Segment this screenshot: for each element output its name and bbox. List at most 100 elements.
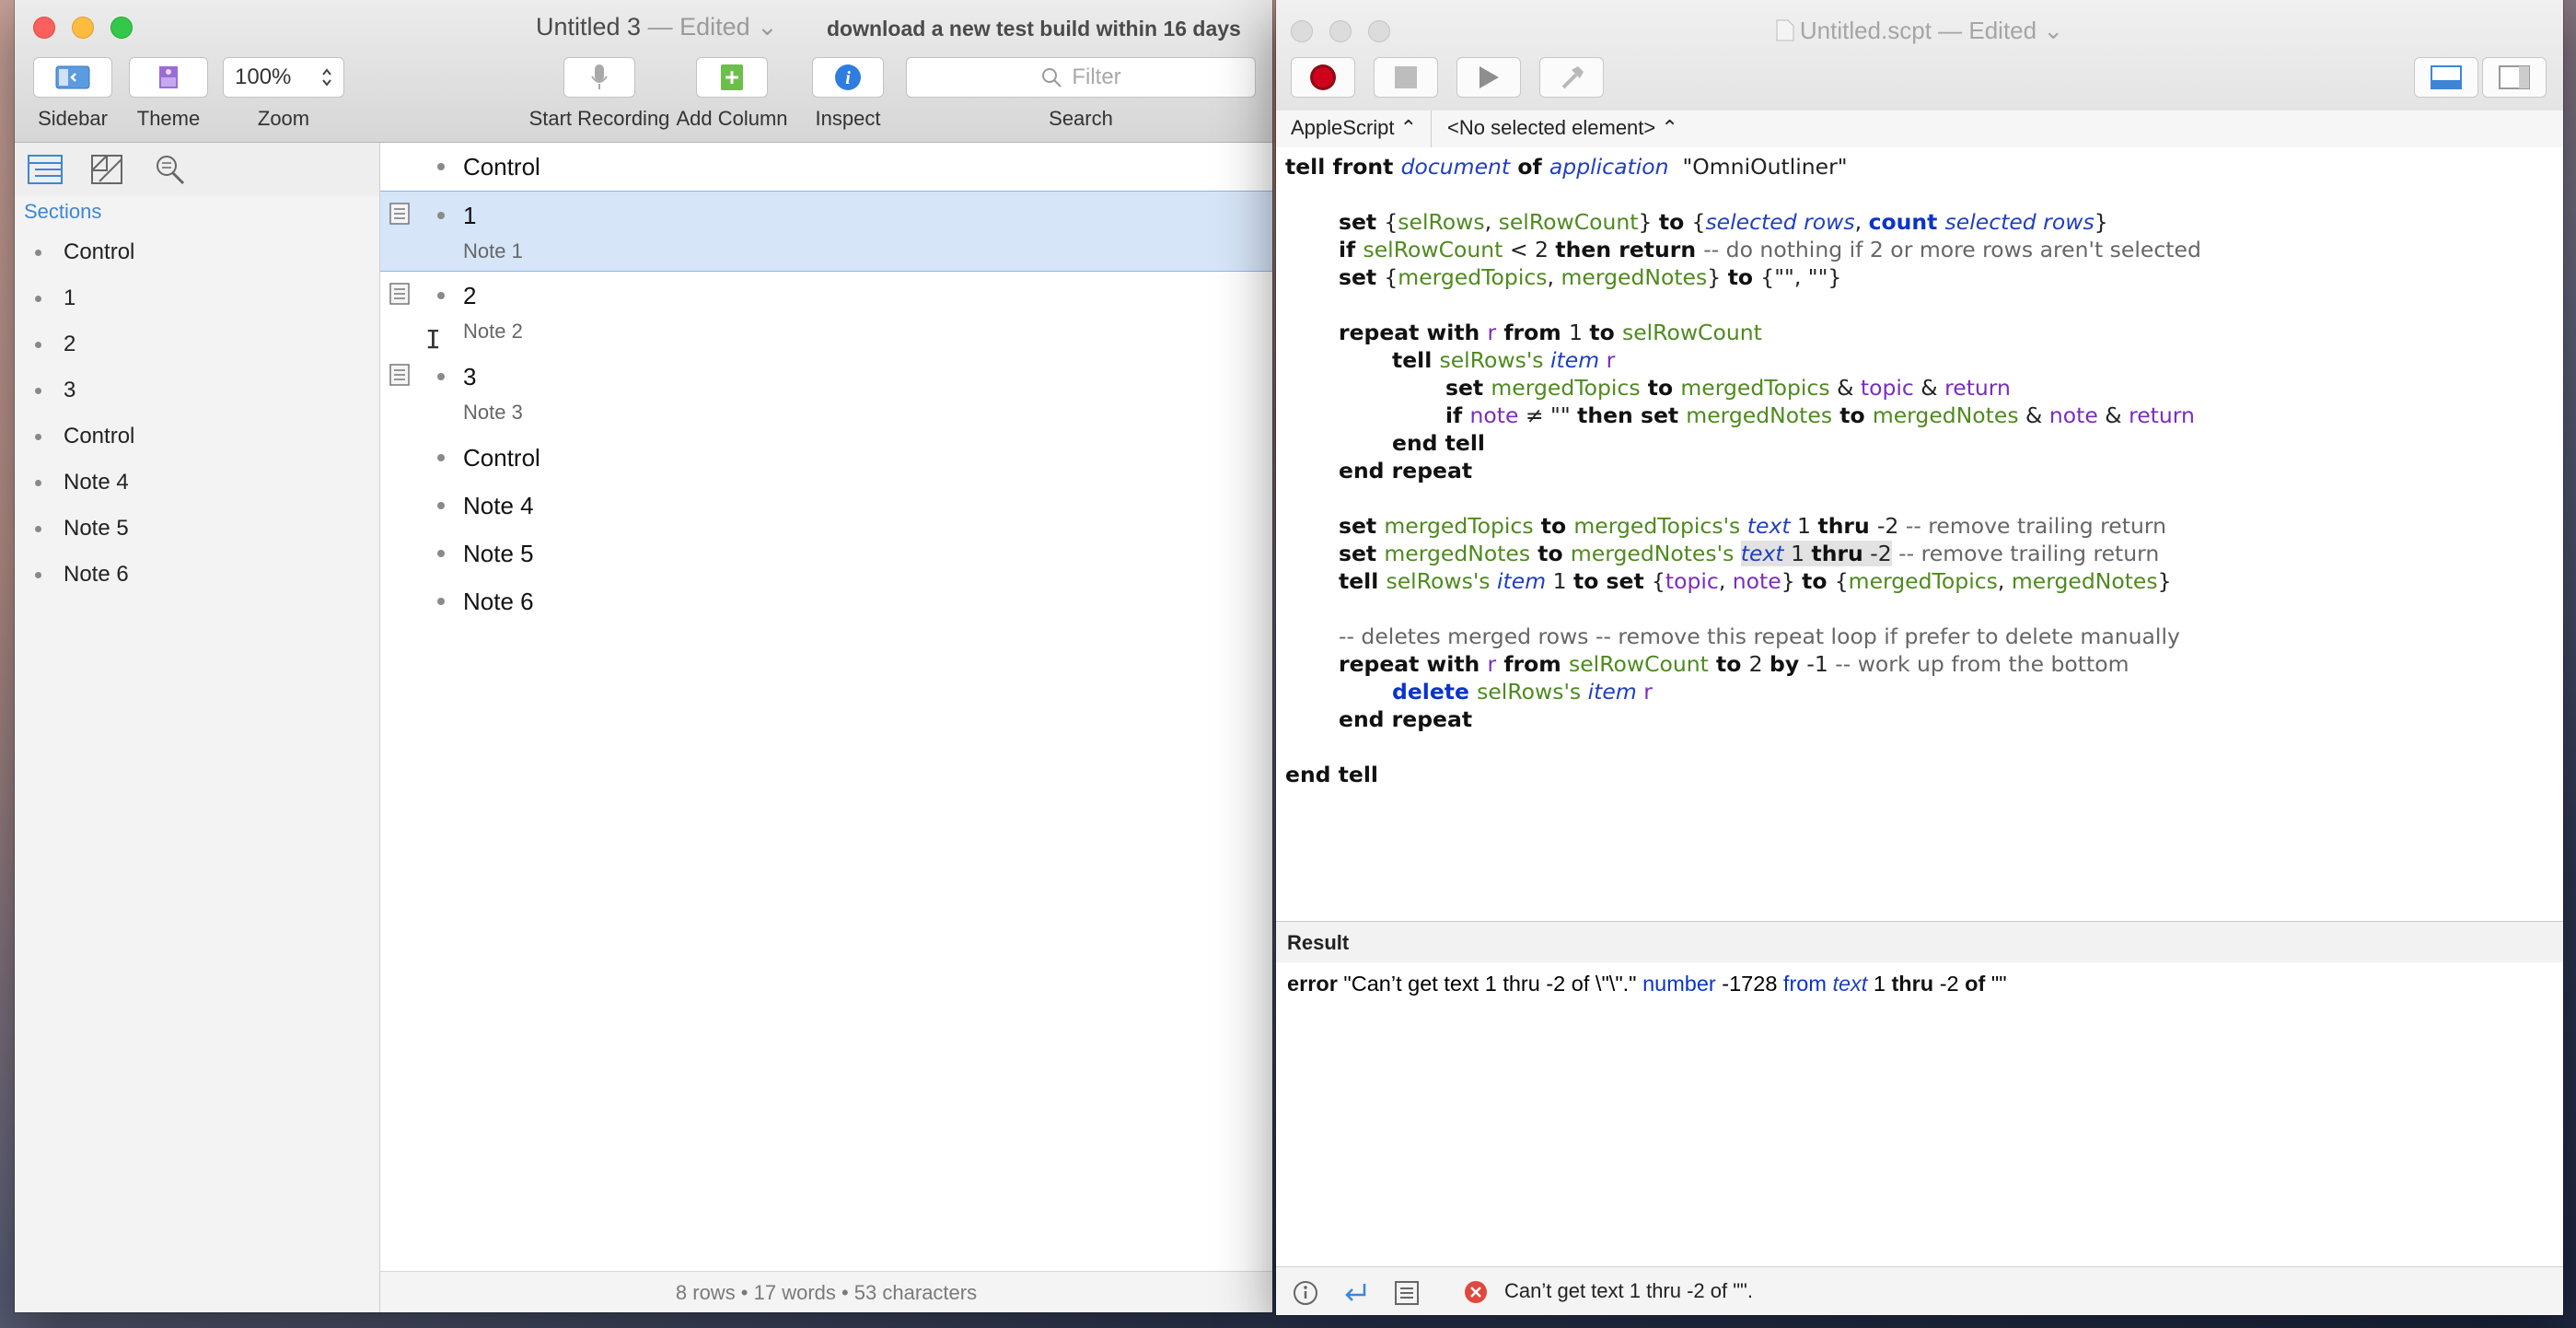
record-button[interactable] <box>1291 57 1355 98</box>
code-token: selRowCount <box>1568 651 1709 677</box>
theme-button[interactable] <box>129 57 208 98</box>
row-topic[interactable]: Note 5 <box>463 540 534 568</box>
sidebar-section-item[interactable]: Control <box>15 229 379 275</box>
filter-search-field[interactable]: Filter <box>906 57 1256 98</box>
edited-indicator[interactable]: — Edited ⌄ <box>1932 17 2063 44</box>
language-popup[interactable]: AppleScript ⌃ <box>1291 116 1417 140</box>
outline-view[interactable]: Control 1 Note 1 2 Note 2 3 Note 3 Control Note … <box>380 143 1272 1271</box>
sidebar-tab-styles[interactable] <box>90 152 125 187</box>
window-controls <box>33 17 133 39</box>
sidebar-section-item[interactable]: Note 5 <box>15 506 379 552</box>
sidebar-section-item[interactable]: 2 <box>15 321 379 367</box>
row-topic[interactable]: 3 <box>463 363 476 391</box>
code-token: r <box>1643 679 1653 705</box>
row-topic[interactable]: 2 <box>463 282 476 310</box>
sidebar-button[interactable] <box>33 57 112 98</box>
return-arrow-icon[interactable] <box>1342 1280 1368 1306</box>
code-token: return <box>2129 402 2195 428</box>
event-log-icon[interactable] <box>1394 1280 1420 1306</box>
code-line: set mergedTopics to mergedTopics's text … <box>1339 512 2166 540</box>
row-topic[interactable]: 1 <box>463 202 476 230</box>
code-token: 1 <box>1568 320 1590 345</box>
stop-button[interactable] <box>1374 57 1438 98</box>
row-topic[interactable]: Control <box>463 444 540 472</box>
row-note[interactable]: Note 2 <box>463 320 523 344</box>
sidebar-tab-sections[interactable] <box>28 152 63 187</box>
code-token: ≠ "" <box>1518 402 1578 428</box>
window-title: Untitled 3 — Edited ⌄ <box>536 13 778 41</box>
edited-indicator[interactable]: — Edited ⌄ <box>641 13 778 41</box>
code-token: , <box>1484 209 1499 235</box>
row-handle-icon[interactable] <box>437 502 445 509</box>
compile-button[interactable] <box>1539 57 1604 98</box>
outline-row[interactable]: 3 Note 3 <box>380 353 1272 434</box>
zoom-stepper[interactable]: 100% <box>223 57 344 98</box>
stepper-arrows-icon[interactable] <box>321 67 332 87</box>
note-toggle-icon[interactable] <box>389 364 410 386</box>
run-button[interactable] <box>1456 57 1521 98</box>
outline-rows: Control 1 Note 1 2 Note 2 3 Note 3 Control Note … <box>380 143 1272 625</box>
row-topic[interactable]: Control <box>463 153 540 181</box>
code-token: then return <box>1555 237 1704 262</box>
note-toggle-icon[interactable] <box>389 283 410 305</box>
minimize-button[interactable] <box>72 17 94 39</box>
code-token: mergedNotes <box>1561 264 1708 290</box>
result-header: Result <box>1276 921 2563 963</box>
outline-row[interactable]: Control <box>380 143 1272 191</box>
sidebar-section-item[interactable]: Note 4 <box>15 460 379 506</box>
sidebar-tab-search[interactable] <box>153 152 188 187</box>
add-column-button[interactable] <box>696 57 768 98</box>
row-handle-icon[interactable] <box>437 550 445 557</box>
row-handle-icon[interactable] <box>437 212 445 219</box>
sidebar-section-item[interactable]: 1 <box>15 275 379 321</box>
outline-row[interactable]: Control <box>380 434 1272 482</box>
code-token: 1 <box>1552 568 1573 594</box>
note-toggle-icon[interactable] <box>389 203 410 225</box>
row-handle-icon[interactable] <box>437 598 445 605</box>
code-token: application <box>1549 154 1669 180</box>
outline-row[interactable]: Note 5 <box>380 530 1272 577</box>
code-token: { <box>1691 209 1706 235</box>
zoom-window-button[interactable] <box>110 17 133 39</box>
element-popup[interactable]: <No selected element> ⌃ <box>1447 116 1678 140</box>
outline-row[interactable]: Note 4 <box>380 482 1272 530</box>
outline-row[interactable]: Note 6 <box>380 577 1272 625</box>
row-handle-icon[interactable] <box>437 292 445 299</box>
outline-row[interactable]: 2 Note 2 <box>380 272 1272 353</box>
sidebar-section-item[interactable]: 3 <box>15 367 379 414</box>
result-text: error "Can’t get text 1 thru -2 of \"\".… <box>1287 972 2007 996</box>
script-editor[interactable]: tell front document of application "Omni… <box>1276 147 2563 921</box>
sidebar-section-item[interactable]: Note 6 <box>15 552 379 598</box>
row-note[interactable]: Note 3 <box>463 401 523 425</box>
code-token: set <box>1339 513 1385 539</box>
sidebar-section-label: Control <box>64 239 135 264</box>
code-line: repeat with r from 1 to selRowCount <box>1339 319 1762 346</box>
play-icon <box>1479 66 1499 88</box>
close-button[interactable] <box>33 17 55 39</box>
side-panel-toggle[interactable] <box>2482 57 2547 98</box>
bullet-icon <box>35 433 41 440</box>
code-token: "OmniOutliner" <box>1668 154 1848 180</box>
info-circle-icon[interactable] <box>1293 1280 1318 1306</box>
code-token: } <box>1707 264 1728 290</box>
code-token: -- work up from the bottom <box>1835 651 2129 677</box>
outline-row[interactable]: 1 Note 1 <box>380 191 1272 272</box>
sidebar-section-label: 3 <box>64 378 76 402</box>
row-handle-icon[interactable] <box>437 163 445 170</box>
code-token: set <box>1445 375 1491 401</box>
row-topic[interactable]: Note 4 <box>463 492 534 520</box>
start-recording-button[interactable] <box>563 57 635 98</box>
sections-list: Control 1 2 3 Control Note 4 Note 5 Note 6 <box>15 229 379 598</box>
row-note[interactable]: Note 1 <box>463 239 523 263</box>
row-topic[interactable]: Note 6 <box>463 588 534 616</box>
code-token: } <box>1638 209 1659 235</box>
code-token: document <box>1400 154 1511 180</box>
sidebar-section-item[interactable]: Control <box>15 414 379 460</box>
row-handle-icon[interactable] <box>437 373 445 380</box>
document-statistics: 8 rows • 17 words • 53 characters <box>380 1271 1272 1312</box>
inspect-button[interactable]: i <box>812 57 884 98</box>
filter-placeholder: Filter <box>1072 64 1121 89</box>
bottom-panel-toggle[interactable] <box>2414 57 2478 98</box>
result-pane[interactable]: error "Can’t get text 1 thru -2 of \"\".… <box>1276 962 2563 1266</box>
row-handle-icon[interactable] <box>437 454 445 461</box>
